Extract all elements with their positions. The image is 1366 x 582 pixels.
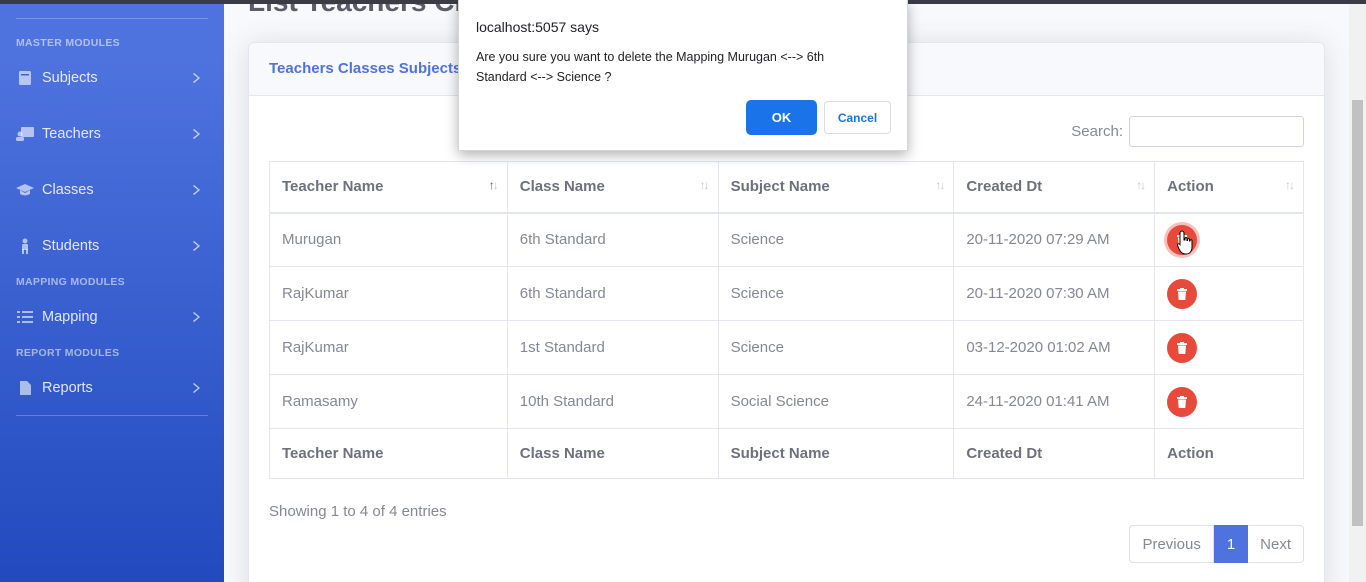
sort-icon: ↑↓ xyxy=(1136,178,1146,192)
cell-subject: Science xyxy=(717,212,955,267)
cell-class: 6th Standard xyxy=(506,212,719,267)
chevron-right-icon xyxy=(190,239,204,253)
cell-class: 10th Standard xyxy=(506,374,719,429)
cell-created: 20-11-2020 07:30 AM xyxy=(953,266,1156,321)
pagination-page-1[interactable]: 1 xyxy=(1213,525,1249,563)
footer-teacher-name: Teacher Name xyxy=(269,428,508,479)
sort-asc-icon: ↑↓ xyxy=(488,178,499,192)
sort-icon: ↑↓ xyxy=(699,178,710,192)
delete-button[interactable] xyxy=(1167,278,1198,309)
chalkboard-teacher-icon xyxy=(16,126,34,142)
cell-teacher: RajKumar xyxy=(269,266,508,321)
column-header-label: Class Name xyxy=(519,178,605,196)
cell-teacher: Ramasamy xyxy=(269,374,508,429)
sidebar-item-label: Reports xyxy=(42,380,93,396)
sidebar-item-mapping[interactable]: Mapping xyxy=(0,299,224,335)
trash-icon xyxy=(1177,341,1188,354)
pagination-next[interactable]: Next xyxy=(1248,525,1304,563)
child-icon xyxy=(16,238,34,254)
sidebar-item-label: Classes xyxy=(42,182,94,198)
sidebar-heading-master: MASTER MODULES xyxy=(16,37,120,49)
cell-subject: Science xyxy=(717,266,955,321)
search-label: Search: xyxy=(1071,123,1123,140)
search-box: Search: xyxy=(1071,116,1304,147)
table-row: Murugan 6th Standard Science 20-11-2020 … xyxy=(269,212,1304,267)
sidebar-item-subjects[interactable]: Subjects xyxy=(0,60,224,96)
cell-created: 03-12-2020 01:02 AM xyxy=(953,320,1156,375)
sidebar-item-teachers[interactable]: Teachers xyxy=(0,116,224,152)
cell-class: 6th Standard xyxy=(506,266,719,321)
column-header-subject-name[interactable]: Subject Name ↑↓ xyxy=(717,161,955,214)
chevron-right-icon xyxy=(190,183,204,197)
sort-icon: ↑↓ xyxy=(935,178,945,192)
column-header-label: Teacher Name xyxy=(282,178,384,196)
cell-created: 24-11-2020 01:41 AM xyxy=(953,374,1156,429)
sort-icon: ↑↓ xyxy=(1285,178,1295,192)
footer-class-name: Class Name xyxy=(506,428,719,479)
table-row: RajKumar 1st Standard Science 03-12-2020… xyxy=(269,320,1304,375)
table-row: Ramasamy 10th Standard Social Science 24… xyxy=(269,374,1304,429)
mapping-table: Teacher Name ↑↓ Class Name ↑↓ Subject Name… xyxy=(269,161,1304,479)
list-check-icon xyxy=(16,309,34,325)
cell-teacher: Murugan xyxy=(269,212,508,267)
cell-teacher: RajKumar xyxy=(269,320,508,375)
pagination-previous[interactable]: Previous xyxy=(1129,525,1214,563)
page-scrollbar[interactable] xyxy=(1349,0,1366,582)
confirm-dialog: localhost:5057 says Are you sure you wan… xyxy=(458,0,908,151)
column-header-created-dt[interactable]: Created Dt ↑↓ xyxy=(953,161,1156,214)
column-header-teacher-name[interactable]: Teacher Name ↑↓ xyxy=(269,161,508,214)
book-icon xyxy=(16,70,34,86)
file-icon xyxy=(16,380,34,396)
cell-subject: Social Science xyxy=(717,374,955,429)
cell-action xyxy=(1154,320,1304,375)
sidebar-heading-report: REPORT MODULES xyxy=(16,347,120,359)
chevron-right-icon xyxy=(190,310,204,324)
dialog-cancel-button[interactable]: Cancel xyxy=(824,101,891,134)
dialog-ok-button[interactable]: OK xyxy=(747,101,816,134)
footer-action: Action xyxy=(1154,428,1304,479)
delete-button[interactable] xyxy=(1167,332,1198,363)
cell-action xyxy=(1154,374,1304,429)
sidebar-item-classes[interactable]: Classes xyxy=(0,172,224,208)
sidebar-item-label: Subjects xyxy=(42,70,98,86)
chevron-right-icon xyxy=(190,127,204,141)
chevron-right-icon xyxy=(190,381,204,395)
hand-cursor-icon xyxy=(1177,230,1193,255)
chevron-right-icon xyxy=(190,71,204,85)
footer-created-dt: Created Dt xyxy=(953,428,1156,479)
delete-button[interactable] xyxy=(1167,386,1198,417)
cell-subject: Science xyxy=(717,320,955,375)
column-header-action[interactable]: Action ↑↓ xyxy=(1154,161,1304,214)
sidebar-item-label: Mapping xyxy=(42,309,98,325)
pagination: Previous 1 Next xyxy=(1129,525,1304,563)
sidebar-heading-mapping: MAPPING MODULES xyxy=(16,276,125,288)
trash-icon xyxy=(1177,287,1188,300)
column-header-label: Subject Name xyxy=(730,178,830,196)
cell-action xyxy=(1154,266,1304,321)
sidebar-item-label: Students xyxy=(42,238,100,254)
sidebar-item-reports[interactable]: Reports xyxy=(0,370,224,406)
table-footer-row: Teacher Name Class Name Subject Name Cre… xyxy=(269,428,1304,479)
card-title: Teachers Classes Subjects xyxy=(269,60,462,77)
sidebar-divider xyxy=(16,415,208,416)
dialog-title: localhost:5057 says xyxy=(476,19,599,35)
column-header-label: Action xyxy=(1167,178,1214,196)
scrollbar-thumb[interactable] xyxy=(1352,100,1363,526)
sidebar-divider xyxy=(16,18,208,19)
dialog-message: Are you sure you want to delete the Mapp… xyxy=(476,50,825,84)
column-header-label: Created Dt xyxy=(966,178,1043,196)
cell-created: 20-11-2020 07:29 AM xyxy=(953,212,1156,267)
sidebar-item-label: Teachers xyxy=(42,126,101,142)
table-row: RajKumar 6th Standard Science 20-11-2020… xyxy=(269,266,1304,321)
footer-subject-name: Subject Name xyxy=(717,428,955,479)
cell-class: 1st Standard xyxy=(506,320,719,375)
sidebar-item-students[interactable]: Students xyxy=(0,228,224,264)
table-header-row: Teacher Name ↑↓ Class Name ↑↓ Subject Name… xyxy=(269,161,1304,214)
search-input[interactable] xyxy=(1129,116,1304,147)
column-header-class-name[interactable]: Class Name ↑↓ xyxy=(506,161,719,214)
graduation-cap-icon xyxy=(16,182,34,198)
table-info: Showing 1 to 4 of 4 entries xyxy=(269,503,447,520)
sidebar: MASTER MODULES Subjects Teachers Classes… xyxy=(0,0,224,582)
trash-icon xyxy=(1177,395,1188,408)
